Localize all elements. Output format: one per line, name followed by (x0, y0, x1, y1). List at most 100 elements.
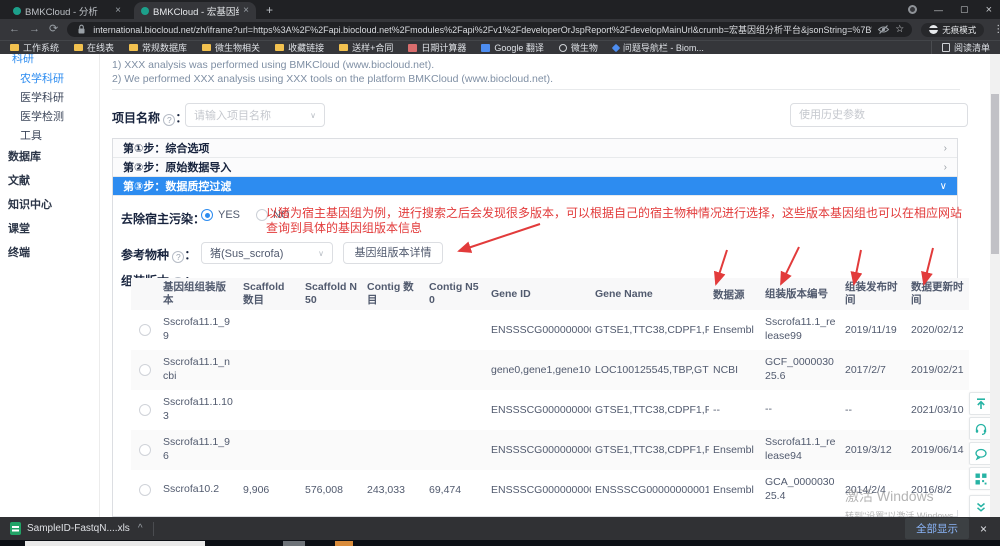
bookmark-label: 微生物相关 (215, 41, 260, 54)
incognito-spy-icon (929, 25, 938, 34)
bookmark-item[interactable]: 微生物相关 (202, 41, 260, 54)
bookmark-item[interactable]: 在线表 (74, 41, 114, 54)
col-assembly-number: 组装版本编号 (761, 288, 841, 301)
window-minimize-icon[interactable]: — (934, 5, 943, 15)
screen: BMKCloud - 分析 × BMKCloud - 宏基因组分析平台 × + … (0, 0, 1000, 546)
reload-icon[interactable]: ⟳ (49, 24, 58, 35)
shelf-close-icon[interactable]: × (980, 522, 987, 536)
cell-data-source: -- (709, 404, 761, 416)
row-radio-cell (131, 364, 159, 376)
cell-version: Sscrofa11.1_ncbi (159, 356, 239, 383)
genome-version-detail-button[interactable]: 基因组版本详情 (343, 242, 443, 264)
row-radio[interactable] (139, 444, 151, 456)
reference-species-select[interactable]: 猪(Sus_scrofa) ∨ (201, 242, 333, 264)
chevron-right-icon: › (944, 143, 947, 154)
show-all-downloads-button[interactable]: 全部显示 (905, 518, 969, 539)
downloaded-file-chip[interactable]: SampleID-FastqN....xls ^ (0, 517, 153, 540)
col-data-source: 数据源 (709, 287, 761, 302)
col-update-date: 数据更新时间 (907, 281, 969, 306)
step3-header[interactable]: 第③步：数据质控过滤 ∨ (113, 177, 957, 196)
bookmark-label: Google 翻译 (494, 41, 544, 54)
window-maximize-icon[interactable]: ▢ (960, 4, 969, 15)
bookmark-label: 收藏链接 (288, 41, 324, 54)
sidebar-item-terminal[interactable]: 终端 (0, 240, 99, 264)
bookmark-item[interactable]: 收藏链接 (275, 41, 324, 54)
tab-close-icon[interactable]: × (115, 5, 121, 16)
reading-list-button[interactable]: 阅读清单 (931, 41, 990, 54)
row-radio-cell (131, 444, 159, 456)
sidebar-item-classroom[interactable]: 课堂 (0, 216, 99, 240)
table-row[interactable]: Sscrofa11.1_99 ENSSSCG00000000002,E... G… (131, 310, 969, 350)
sidebar: 科研 农学科研 医学科研 医学检测 工具 数据库 文献 知识中心 课堂 终端 (0, 54, 100, 517)
table-row[interactable]: Sscrofa10.2 9,906 576,008 243,033 69,474… (131, 470, 969, 510)
browser-menu-icon[interactable]: ⋮ (993, 24, 1000, 35)
row-radio[interactable] (139, 404, 151, 416)
cell-version: Sscrofa11.1.103 (159, 396, 239, 423)
browser-tab-analysis[interactable]: BMKCloud - 分析 × (6, 2, 128, 19)
taskbar-strip (0, 540, 1000, 546)
bookmark-item[interactable]: 日期计算器 (408, 41, 466, 54)
collapse-toolbar-button[interactable] (969, 495, 992, 517)
new-tab-icon[interactable]: + (266, 3, 273, 17)
url-bar[interactable]: international.biocloud.net/zh/iframe?url… (67, 22, 912, 37)
sidebar-item-tools[interactable]: 工具 (0, 125, 99, 144)
bookmark-item[interactable]: 常规数据库 (129, 41, 187, 54)
bookmark-item[interactable]: Google 翻译 (481, 41, 544, 54)
bookmark-star-icon[interactable]: ☆ (895, 24, 904, 35)
sidebar-item-database[interactable]: 数据库 (0, 144, 99, 168)
forward-icon[interactable]: → (29, 24, 40, 35)
project-name-select[interactable]: 请输入项目名称 ∨ (185, 103, 325, 127)
back-to-top-button[interactable] (969, 392, 992, 415)
sidebar-item-medical-research[interactable]: 医学科研 (0, 87, 99, 106)
help-icon[interactable]: ? (163, 114, 175, 126)
table-row[interactable]: Sscrofa11.1.103 ENSSSCG00000000002,E... … (131, 390, 969, 430)
row-radio[interactable] (139, 484, 151, 496)
red-annotation-text: 以猪为宿主基因组为例，进行搜索之后会发现很多版本，可以根据自己的宿主物种情况进行… (266, 206, 972, 236)
step2-header[interactable]: 第②步：原始数据导入 › (113, 158, 957, 177)
file-menu-caret-icon[interactable]: ^ (138, 523, 143, 534)
cell-assembly-number: GCA_000003025.4 (761, 476, 841, 503)
page-scrollbar[interactable] (990, 54, 1000, 517)
scrollbar-thumb[interactable] (991, 94, 999, 254)
tab-search-icon[interactable] (908, 5, 917, 14)
row-radio[interactable] (139, 324, 151, 336)
tab-close-icon[interactable]: × (243, 5, 249, 16)
bookmark-item[interactable]: 工作系统 (10, 41, 59, 54)
browser-tab-strip: BMKCloud - 分析 × BMKCloud - 宏基因组分析平台 × + … (0, 0, 1000, 19)
bookmark-item[interactable]: 问题导航栏 - Biom... (613, 41, 704, 54)
window-close-icon[interactable]: × (986, 4, 992, 16)
bookmark-folder-icon (10, 44, 19, 51)
step1-header[interactable]: 第①步：综合选项 › (113, 139, 957, 158)
cell-release-date: -- (841, 404, 907, 416)
history-params-input[interactable] (790, 103, 968, 127)
cell-assembly-number: Sscrofa11.1_release94 (761, 436, 841, 463)
sidebar-item-knowledge-center[interactable]: 知识中心 (0, 192, 99, 216)
radio-yes[interactable]: YES (201, 209, 240, 221)
url-text: international.biocloud.net/zh/iframe?url… (93, 23, 872, 36)
cell-update-date: 2019/02/21 (907, 364, 969, 376)
cell-gene-name: GTSE1,TTC38,CDPF1,PPA... (591, 324, 709, 336)
col-scaffold-count: Scaffold 数目 (239, 281, 301, 306)
bookmark-folder-icon (408, 44, 417, 52)
customer-service-button[interactable] (969, 417, 992, 440)
cell-scaffold-count: 9,906 (239, 484, 301, 496)
table-row[interactable]: Sscrofa11.1_ncbi gene0,gene1,gene100,ge.… (131, 350, 969, 390)
sidebar-item-medical-testing[interactable]: 医学检测 (0, 106, 99, 125)
cell-version: Sscrofa11.1_99 (159, 316, 239, 343)
eye-off-icon[interactable] (877, 23, 890, 36)
feedback-chat-button[interactable] (969, 442, 992, 465)
sidebar-item-literature[interactable]: 文献 (0, 168, 99, 192)
bookmark-item[interactable]: 送样+合同 (339, 41, 393, 54)
table-row[interactable]: Sscrofa11.1_96 ENSSSCG00000000002,E... G… (131, 430, 969, 470)
sidebar-item-research[interactable]: 科研 (0, 54, 99, 68)
qr-code-button[interactable] (969, 467, 992, 490)
row-radio[interactable] (139, 364, 151, 376)
help-icon[interactable]: ? (172, 251, 184, 263)
browser-tab-metagenome[interactable]: BMKCloud - 宏基因组分析平台 × (134, 2, 256, 19)
bookmark-label: 工作系统 (23, 41, 59, 54)
steps-accordion: 第①步：综合选项 › 第②步：原始数据导入 › 第③步：数据质控过滤 ∨ 去除宿… (112, 138, 958, 517)
sidebar-item-agri-research[interactable]: 农学科研 (0, 68, 99, 87)
bookmark-item[interactable]: 微生物 (559, 41, 598, 54)
bookmark-label: 微生物 (571, 41, 598, 54)
back-icon[interactable]: ← (9, 24, 20, 35)
